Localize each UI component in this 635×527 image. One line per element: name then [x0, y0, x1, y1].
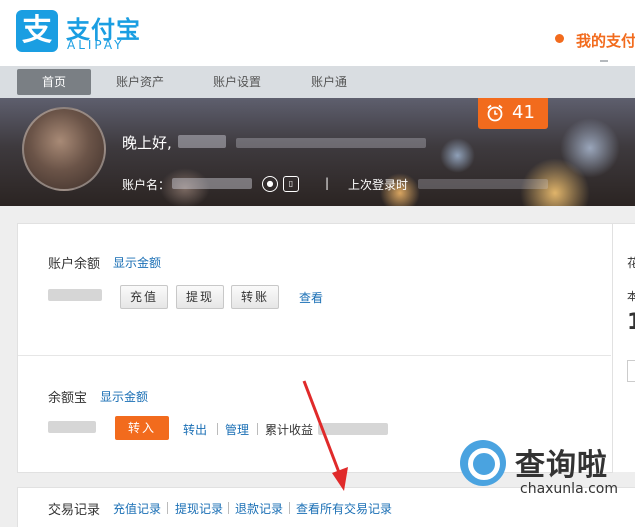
nav-item-settings[interactable]: 账户设置: [200, 69, 274, 95]
side-card-value: 1: [627, 310, 635, 335]
card-divider: [18, 355, 611, 356]
transfer-in-button[interactable]: 转入: [115, 416, 169, 440]
last-login-label: 上次登录时: [348, 178, 409, 192]
blurred-name: [178, 135, 226, 148]
hidden-yuebao-amount: [48, 421, 96, 433]
alarm-clock-icon: [487, 104, 503, 122]
watermark-url: chaxunla.com: [520, 481, 618, 497]
withdraw-button[interactable]: 提现: [176, 285, 224, 309]
recharge-records-link[interactable]: 充值记录: [113, 500, 161, 517]
recharge-button[interactable]: 充值: [120, 285, 168, 309]
separator: [257, 423, 258, 435]
nav-item-account-link[interactable]: 账户通: [292, 69, 366, 95]
balance-label: 账户余额: [48, 257, 101, 272]
show-balance-link[interactable]: 显示金额: [113, 254, 161, 271]
blurred-login-time: [418, 179, 548, 189]
watermark-text: 查询啦: [515, 448, 608, 483]
withdraw-records-link[interactable]: 提现记录: [175, 500, 223, 517]
side-card-label: 本: [627, 290, 635, 303]
all-transactions-link[interactable]: 查看所有交易记录: [296, 500, 392, 517]
logo-subtext: ALIPAY: [67, 38, 125, 52]
transfer-out-link[interactable]: 转出: [183, 421, 207, 438]
nav-item-home[interactable]: 首页: [17, 69, 91, 95]
hidden-balance-amount: [48, 289, 102, 301]
nav-more-icon[interactable]: [600, 60, 608, 62]
manage-link[interactable]: 管理: [225, 421, 249, 438]
blurred-account: [172, 178, 252, 189]
main-nav: 首页 账户资产 账户设置 账户通: [0, 66, 635, 98]
separator: [289, 502, 290, 514]
side-card-title: 花: [627, 256, 635, 270]
greeting-text: 晚上好,: [122, 134, 172, 152]
annotation-arrow-icon: [302, 380, 348, 491]
show-yuebao-link[interactable]: 显示金额: [100, 388, 148, 405]
side-card-button[interactable]: [627, 360, 635, 382]
separator: |: [325, 176, 330, 190]
avatar[interactable]: [22, 107, 106, 191]
watermark-logo-inner: [468, 448, 500, 480]
separator: [167, 502, 168, 514]
separator: [217, 423, 218, 435]
transfer-button[interactable]: 转账: [231, 285, 279, 309]
notification-badge[interactable]: 41: [478, 98, 548, 129]
account-name-label: 账户名：: [122, 178, 171, 192]
my-alipay-link[interactable]: 我的支付: [576, 30, 635, 51]
notification-count: 41: [512, 102, 535, 123]
yuebao-label: 余额宝: [48, 391, 88, 406]
phone-icon[interactable]: ▯: [283, 176, 299, 192]
user-verified-icon[interactable]: ●: [262, 176, 278, 192]
view-link[interactable]: 查看: [299, 289, 323, 306]
nav-item-assets[interactable]: 账户资产: [103, 69, 177, 95]
transactions-label: 交易记录: [48, 503, 101, 518]
refund-records-link[interactable]: 退款记录: [235, 500, 283, 517]
blurred-text: [236, 138, 426, 148]
separator: [228, 502, 229, 514]
dot-icon: [555, 34, 564, 43]
alipay-logo-icon[interactable]: 支: [16, 10, 58, 52]
